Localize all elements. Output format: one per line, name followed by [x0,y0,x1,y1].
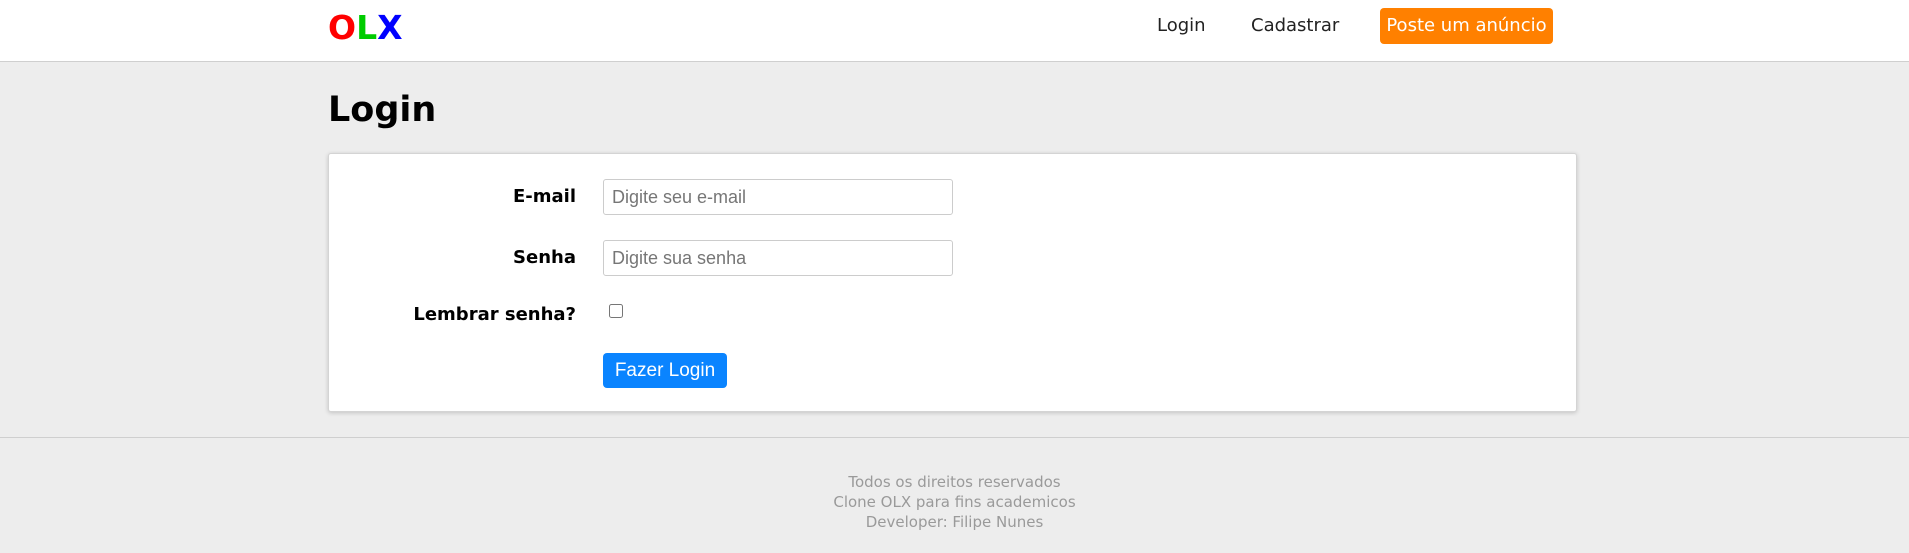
footer-rights-text: Todos os direitos reservados [848,473,1061,491]
site-header: OLX Login Cadastrar Poste um anúncio [0,0,1909,62]
password-input[interactable] [603,240,953,276]
site-footer: Todos os direitos reservados Clone OLX p… [0,437,1909,553]
nav-register-link[interactable]: Cadastrar [1251,14,1339,38]
remember-password-checkbox[interactable] [609,304,623,318]
footer-clone-text: Clone OLX para fins academicos [833,493,1076,511]
footer-developer-text: Developer: Filipe Nunes [865,513,1044,531]
remember-password-label: Lembrar senha? [413,304,576,325]
olx-logo[interactable]: OLX [328,8,403,48]
email-label: E-mail [512,186,576,207]
email-input[interactable] [603,179,953,215]
page-title: Login [328,90,437,130]
logo-letter-x: X [377,8,403,47]
password-label: Senha [513,247,576,268]
login-submit-button[interactable]: Fazer Login [603,353,727,388]
nav-login-link[interactable]: Login [1157,14,1206,38]
post-ad-button[interactable]: Poste um anúncio [1380,8,1553,44]
login-form-card: E-mail Senha Lembrar senha? Fazer Login [328,153,1577,412]
logo-letter-o: O [328,8,357,47]
logo-letter-l: L [356,8,378,47]
